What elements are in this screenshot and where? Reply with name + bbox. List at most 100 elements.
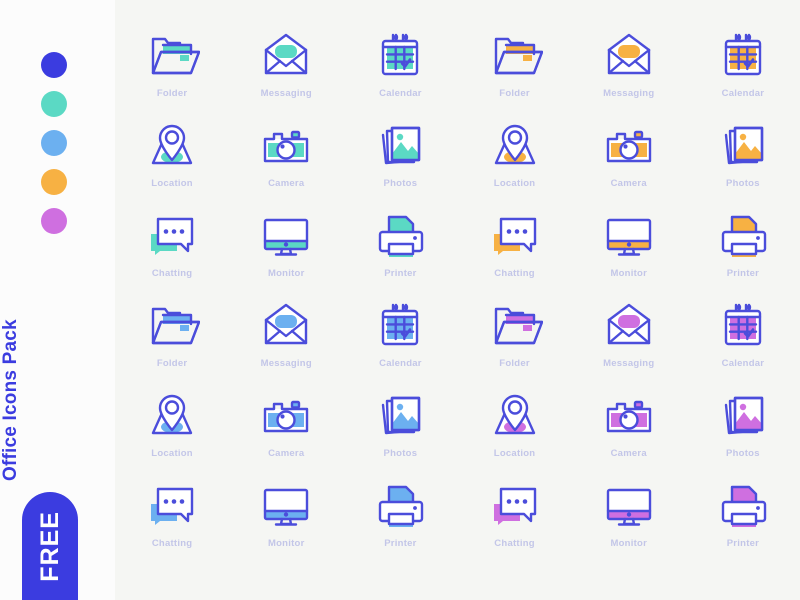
icon-label: Monitor	[610, 538, 648, 549]
icon-cell-photos[interactable]: Photos	[686, 118, 800, 208]
icon-label: Location	[151, 448, 193, 459]
location-icon	[487, 388, 543, 444]
icon-label: Chatting	[151, 268, 193, 279]
location-icon	[144, 388, 200, 444]
icon-cell-chatting[interactable]: Chatting	[115, 478, 229, 568]
icon-label: Printer	[726, 538, 760, 549]
icon-cell-chatting[interactable]: Chatting	[457, 208, 571, 298]
chatting-icon	[487, 208, 543, 264]
icon-cell-folder[interactable]: Folder	[115, 298, 229, 388]
icon-cell-location[interactable]: Location	[457, 118, 571, 208]
free-badge[interactable]: FREE	[22, 492, 78, 600]
color-swatch-orchid[interactable]	[41, 208, 67, 234]
location-icon	[144, 118, 200, 174]
chatting-icon	[144, 478, 200, 534]
printer-icon	[715, 208, 771, 264]
icon-label: Monitor	[610, 268, 648, 279]
color-swatch-list	[41, 52, 67, 234]
icon-grid-stage: Folder Messaging Calendar Folder Messaging Ca…	[115, 0, 800, 600]
photos-icon	[372, 388, 428, 444]
icon-cell-messaging[interactable]: Messaging	[572, 28, 686, 118]
icon-label: Folder	[499, 88, 530, 99]
icon-cell-messaging[interactable]: Messaging	[572, 298, 686, 388]
messaging-icon	[258, 28, 314, 84]
folder-icon	[487, 298, 543, 354]
icon-label: Messaging	[260, 358, 312, 369]
icon-cell-photos[interactable]: Photos	[686, 388, 800, 478]
photos-icon	[715, 388, 771, 444]
icon-label: Folder	[156, 88, 188, 99]
camera-icon	[258, 118, 314, 174]
icon-label: Messaging	[603, 358, 655, 369]
icon-cell-messaging[interactable]: Messaging	[229, 298, 343, 388]
icon-cell-camera[interactable]: Camera	[229, 118, 343, 208]
icon-cell-camera[interactable]: Camera	[572, 388, 686, 478]
folder-icon	[487, 28, 543, 84]
printer-icon	[372, 478, 428, 534]
icon-cell-monitor[interactable]: Monitor	[229, 478, 343, 568]
icon-pack-canvas: Office Icons Pack FREE Folder Messaging Ca…	[0, 0, 800, 600]
icon-label: Chatting	[494, 538, 535, 549]
icon-cell-chatting[interactable]: Chatting	[115, 208, 229, 298]
camera-icon	[601, 388, 657, 444]
icon-cell-photos[interactable]: Photos	[343, 388, 457, 478]
photos-icon	[372, 118, 428, 174]
icon-cell-printer[interactable]: Printer	[343, 208, 457, 298]
color-swatch-sky[interactable]	[41, 130, 67, 156]
icon-cell-folder[interactable]: Folder	[457, 28, 571, 118]
icon-cell-folder[interactable]: Folder	[457, 298, 571, 388]
icon-cell-folder[interactable]: Folder	[115, 28, 229, 118]
printer-icon	[372, 208, 428, 264]
messaging-icon	[601, 28, 657, 84]
icon-cell-location[interactable]: Location	[115, 388, 229, 478]
icon-label: Printer	[726, 268, 760, 279]
color-swatch-indigo[interactable]	[41, 52, 67, 78]
icon-cell-printer[interactable]: Printer	[686, 478, 800, 568]
icon-label: Printer	[384, 538, 417, 549]
icon-label: Photos	[383, 178, 418, 189]
icon-label: Messaging	[603, 88, 655, 99]
color-swatch-amber[interactable]	[41, 169, 67, 195]
calendar-icon	[372, 298, 428, 354]
location-icon	[487, 118, 543, 174]
icon-label: Messaging	[260, 88, 312, 99]
camera-icon	[258, 388, 314, 444]
icon-cell-chatting[interactable]: Chatting	[457, 478, 571, 568]
icon-label: Camera	[268, 448, 305, 459]
icon-cell-calendar[interactable]: Calendar	[343, 28, 457, 118]
icon-label: Folder	[156, 358, 188, 369]
icon-cell-monitor[interactable]: Monitor	[572, 208, 686, 298]
calendar-icon	[715, 298, 771, 354]
free-badge-label: FREE	[35, 510, 64, 582]
sidebar-rail: Office Icons Pack FREE	[0, 0, 115, 600]
icon-label: Photos	[726, 448, 760, 459]
icon-cell-camera[interactable]: Camera	[572, 118, 686, 208]
folder-icon	[144, 298, 201, 354]
printer-icon	[715, 478, 771, 534]
calendar-icon	[372, 28, 428, 84]
icon-label: Location	[493, 178, 536, 189]
calendar-icon	[715, 28, 771, 84]
icon-cell-printer[interactable]: Printer	[343, 478, 457, 568]
monitor-icon	[601, 478, 657, 534]
icon-cell-location[interactable]: Location	[457, 388, 571, 478]
icon-cell-printer[interactable]: Printer	[686, 208, 800, 298]
icon-cell-calendar[interactable]: Calendar	[686, 298, 800, 388]
icon-label: Camera	[610, 178, 647, 189]
icon-label: Folder	[499, 358, 530, 369]
icon-cell-calendar[interactable]: Calendar	[686, 28, 800, 118]
icon-cell-calendar[interactable]: Calendar	[343, 298, 457, 388]
icon-cell-photos[interactable]: Photos	[343, 118, 457, 208]
icon-cell-monitor[interactable]: Monitor	[229, 208, 343, 298]
monitor-icon	[258, 478, 314, 534]
icon-grid: Folder Messaging Calendar Folder Messaging Ca…	[115, 28, 800, 568]
camera-icon	[601, 118, 657, 174]
icon-cell-location[interactable]: Location	[115, 118, 229, 208]
icon-cell-camera[interactable]: Camera	[229, 388, 343, 478]
icon-label: Chatting	[151, 538, 193, 549]
color-swatch-mint[interactable]	[41, 91, 67, 117]
icon-cell-monitor[interactable]: Monitor	[572, 478, 686, 568]
icon-label: Calendar	[379, 88, 422, 99]
icon-cell-messaging[interactable]: Messaging	[229, 28, 343, 118]
icon-label: Photos	[726, 178, 760, 189]
